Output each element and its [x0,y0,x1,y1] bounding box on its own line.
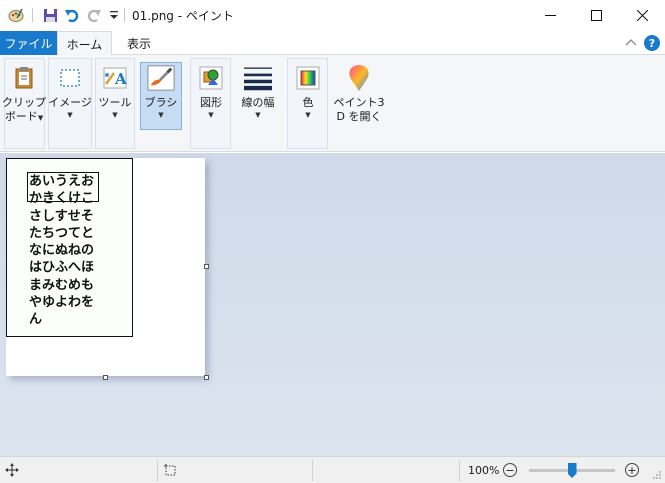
maximize-button[interactable] [573,0,619,31]
colors-label: 色 [302,96,314,109]
drawing-canvas[interactable]: あいうえおかきくけこさしすせそたちつてとなにぬねのはひふへほまみむめもやゆよわを… [6,158,205,376]
select-icon [56,64,84,92]
shapes-group: 図形 ▼ [190,58,231,149]
paint-app-icon[interactable] [8,7,24,23]
paint3d-group: ペイント3 D を開く [333,58,385,149]
clipboard-label-1: クリップ [2,96,46,109]
resize-grip-icon[interactable] [652,469,662,483]
tools-button[interactable]: A ツール ▼ [96,63,134,119]
status-bar: 100% − + [0,456,665,483]
size-button[interactable]: 線の幅 ▼ [239,63,277,119]
canvas-workspace[interactable]: あいうえおかきくけこさしすせそたちつてとなにぬねのはひふへほまみむめもやゆよわを… [0,153,665,456]
minimize-button[interactable] [527,0,573,31]
status-divider [157,460,158,481]
paint3d-icon [345,64,373,92]
clipboard-icon [10,64,38,92]
tab-home[interactable]: ホーム [57,31,112,56]
customize-qat-icon[interactable] [106,7,122,23]
tools-label: ツール [98,96,132,109]
size-group: 線の幅 ▼ [236,58,278,149]
shapes-icon [197,64,225,92]
cursor-position-icon [5,463,19,480]
selection-size-icon [163,463,177,480]
zoom-level: 100% [468,464,500,477]
collapse-ribbon-icon[interactable] [624,35,638,49]
zoom-in-button[interactable]: + [625,463,639,477]
brushes-label: ブラシ [144,96,178,109]
status-divider [459,460,460,481]
brushes-group: ブラシ ▼ [139,58,183,149]
zoom-out-button[interactable]: − [503,463,517,477]
window-title: 01.png - ペイント [132,9,234,23]
undo-icon[interactable] [64,7,80,23]
size-dropdown-icon: ▼ [255,111,261,119]
open-paint3d-button[interactable]: ペイント3 D を開く [333,63,385,124]
image-label: イメージ [48,96,92,109]
paint3d-label-2: D を開く [336,110,382,123]
ribbon-tab-bar: ファイル ホーム 表示 ? [0,31,665,56]
colors-dropdown-icon: ▼ [305,111,311,119]
tools-dropdown-icon: ▼ [112,111,118,119]
status-divider [312,460,313,481]
zoom-slider[interactable] [529,463,615,478]
tools-icon: A [101,64,129,92]
size-label: 線の幅 [241,96,275,109]
paint3d-label-1: ペイント3 [333,96,385,109]
resize-handle-bottom[interactable] [103,375,108,380]
brushes-dropdown-icon: ▼ [158,111,164,119]
image-button[interactable]: イメージ ▼ [48,63,92,119]
canvas-text: あいうえおかきくけこさしすせそたちつてとなにぬねのはひふへほまみむめもやゆよわを… [29,174,95,328]
title-separator [124,8,125,22]
zoom-slider-thumb[interactable] [567,463,577,478]
shapes-dropdown-icon: ▼ [208,111,214,119]
close-button[interactable] [619,0,665,31]
image-dropdown-icon: ▼ [67,111,73,119]
clipboard-button[interactable]: クリップ ボード▼ [2,63,46,125]
colors-group: 色 ▼ [287,58,328,149]
brushes-button[interactable]: ブラシ ▼ [140,62,182,130]
resize-handle-corner[interactable] [204,375,209,380]
colors-button[interactable]: 色 ▼ [289,63,327,119]
resize-handle-right[interactable] [204,264,209,269]
image-group: イメージ ▼ [48,58,92,149]
brush-icon [147,64,175,92]
redo-icon[interactable] [86,7,102,23]
tab-view[interactable]: 表示 [114,31,164,55]
shapes-label: 図形 [200,96,222,109]
tab-file[interactable]: ファイル [0,31,57,55]
ribbon: クリップ ボード▼ イメージ ▼ A ツール ▼ ブラシ ▼ 図形 ▼ 線の幅 … [0,55,665,152]
help-icon[interactable]: ? [644,35,660,51]
clipboard-group: クリップ ボード▼ [2,58,46,149]
save-icon[interactable] [42,7,58,23]
clipboard-label-2: ボード▼ [4,110,44,123]
qat-separator [32,8,33,22]
line-width-icon [244,64,272,92]
tools-group: A ツール ▼ [95,58,135,149]
color-palette-icon [294,64,322,92]
shapes-button[interactable]: 図形 ▼ [192,63,230,119]
title-bar: 01.png - ペイント [0,0,665,31]
svg-text:A: A [114,70,127,88]
